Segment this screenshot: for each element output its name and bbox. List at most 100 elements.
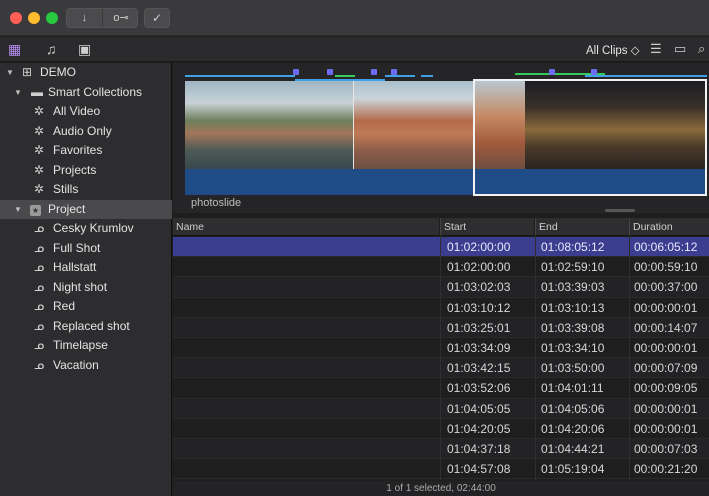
cell-start: 01:03:52:06: [447, 381, 511, 396]
status-bar: 1 of 1 selected, 02:44:00: [173, 481, 709, 496]
keyword-icon: ᓄ: [34, 338, 45, 352]
marker-icon[interactable]: [391, 69, 397, 75]
cell-end: 01:04:44:21: [541, 442, 605, 456]
cell-duration: 00:00:09:05: [634, 381, 698, 396]
cell-start: 01:03:10:12: [447, 300, 511, 315]
keyword-collection-timelapse[interactable]: ᓄ Timelapse: [0, 336, 172, 356]
clip-filmstrip[interactable]: photoslide: [173, 63, 709, 213]
column-header-name[interactable]: Name: [173, 218, 439, 236]
import-keyword-group: ↓ o⊸: [66, 8, 138, 28]
smart-collection-icon: ✲: [34, 182, 45, 196]
filmstrip-view-icon[interactable]: ▭: [674, 41, 686, 57]
browser-toolbar: ▦ ♫ ▣ All Clips ◇ ☰ ▭ ⌕: [0, 37, 709, 62]
cell-end: 01:04:05:06: [541, 401, 605, 416]
event-icon: ★: [30, 204, 41, 216]
cell-end: 01:03:34:10: [541, 341, 605, 355]
keyword-collection-hallstatt[interactable]: ᓄ Hallstatt: [0, 258, 172, 278]
smart-collection-icon: ✲: [34, 162, 45, 177]
cell-end: 01:03:50:00: [541, 361, 605, 376]
smart-collection-projects[interactable]: ✲ Projects: [0, 161, 172, 181]
title-bar: ↓ o⊸ ✓: [0, 0, 709, 36]
cell-start: 01:02:00:00: [447, 260, 511, 275]
keyword-collection-vacation[interactable]: ᓄ Vacation: [0, 356, 172, 376]
cell-duration: 00:00:00:01: [634, 341, 698, 355]
cell-duration: 00:00:21:20: [634, 462, 698, 477]
libraries-sidebar: ▼ ⊞ DEMO ▼ ▬ Smart Collections ✲ All Vid…: [0, 63, 172, 496]
cell-duration: 00:00:37:00: [634, 280, 698, 295]
disclosure-triangle-icon[interactable]: ▼: [6, 63, 14, 83]
cell-end: 01:03:39:08: [541, 320, 605, 335]
cell-duration: 00:00:07:03: [634, 442, 698, 456]
marker-icon[interactable]: [371, 69, 377, 75]
smart-collection-stills[interactable]: ✲ Stills: [0, 180, 172, 200]
cell-start: 01:03:02:03: [447, 280, 511, 295]
minimize-window-button[interactable]: [28, 12, 40, 24]
column-header-duration[interactable]: Duration: [629, 218, 709, 236]
marker-icon[interactable]: [549, 69, 555, 75]
disclosure-triangle-icon[interactable]: ▼: [14, 200, 22, 220]
zoom-window-button[interactable]: [46, 12, 58, 24]
keyword-range-line: [421, 75, 433, 77]
column-separator: [440, 236, 441, 480]
keyword-icon: ᓄ: [34, 357, 45, 372]
cell-duration: 00:00:59:10: [634, 260, 698, 275]
search-icon[interactable]: ⌕: [698, 41, 705, 57]
library-icon: ⊞: [22, 65, 33, 79]
smart-collection-icon: ✲: [34, 123, 45, 138]
smart-collections-folder[interactable]: ▼ ▬ Smart Collections: [0, 83, 172, 103]
marker-icon[interactable]: [327, 69, 333, 75]
clip-name-label: photoslide: [191, 197, 242, 209]
smart-collection-audio-only[interactable]: ✲ Audio Only: [0, 122, 172, 142]
keyword-icon: ᓄ: [34, 299, 45, 313]
keyword-range-line: [385, 75, 415, 77]
disclosure-triangle-icon[interactable]: ▼: [14, 83, 22, 103]
smart-collection-favorites[interactable]: ✲ Favorites: [0, 141, 172, 161]
all-clips-filter[interactable]: All Clips ◇: [586, 43, 640, 57]
marker-icon[interactable]: [293, 69, 299, 75]
cell-duration: 00:00:00:01: [634, 421, 698, 436]
libraries-icon[interactable]: ▦: [8, 41, 21, 58]
keyword-collection-full-shot[interactable]: ᓄ Full Shot: [0, 239, 172, 259]
cell-end: 01:08:05:12: [541, 240, 605, 254]
resize-handle[interactable]: [605, 209, 635, 212]
keyword-collection-night-shot[interactable]: ᓄ Night shot: [0, 278, 172, 298]
smart-collection-all-video[interactable]: ✲ All Video: [0, 102, 172, 122]
keyword-range-line: [185, 75, 295, 77]
smart-collection-icon: ✲: [34, 104, 45, 118]
keyword-collection-cesky-krumlov[interactable]: ᓄ Cesky Krumlov: [0, 219, 172, 239]
column-header-end[interactable]: End: [535, 218, 629, 236]
clip-thumbnail-strip[interactable]: [185, 69, 707, 196]
keyword-icon: ᓄ: [34, 240, 45, 255]
keyword-range-line: [585, 75, 707, 77]
close-window-button[interactable]: [10, 12, 22, 24]
cell-duration: 00:06:05:12: [634, 240, 698, 254]
column-separator: [535, 236, 536, 480]
marker-icon[interactable]: [591, 69, 597, 75]
background-tasks-icon[interactable]: ✓: [144, 8, 170, 28]
titles-generators-icon[interactable]: ▣: [78, 41, 91, 58]
cell-start: 01:04:57:08: [447, 462, 511, 477]
cell-duration: 00:00:07:09: [634, 361, 698, 376]
thumbnail-hallstatt: [185, 81, 353, 169]
keyword-collection-red[interactable]: ᓄ Red: [0, 297, 172, 317]
cell-end: 01:05:19:04: [541, 462, 605, 477]
column-header-start[interactable]: Start: [440, 218, 534, 236]
photos-audio-icon[interactable]: ♫: [46, 41, 57, 57]
library-row[interactable]: ▼ ⊞ DEMO: [0, 63, 172, 83]
event-project[interactable]: ▼ ★ Project: [0, 199, 172, 220]
cell-end: 01:02:59:10: [541, 260, 605, 275]
cell-start: 01:04:37:18: [447, 442, 511, 456]
keyword-collection-replaced-shot[interactable]: ᓄ Replaced shot: [0, 317, 172, 337]
smart-collection-icon: ✲: [34, 143, 45, 157]
cell-start: 01:04:20:05: [447, 421, 511, 436]
folder-icon: ▬: [31, 84, 43, 99]
thumbnail-cesky-krumlov: [353, 81, 473, 169]
list-view-icon[interactable]: ☰: [650, 41, 662, 57]
keyword-icon: ᓄ: [34, 318, 45, 333]
column-separator: [629, 236, 630, 480]
cell-end: 01:04:20:06: [541, 421, 605, 436]
selection-range[interactable]: [473, 79, 707, 196]
cell-end: 01:03:39:03: [541, 280, 605, 295]
import-icon[interactable]: ↓: [67, 9, 103, 27]
keyword-icon[interactable]: o⊸: [103, 9, 139, 27]
